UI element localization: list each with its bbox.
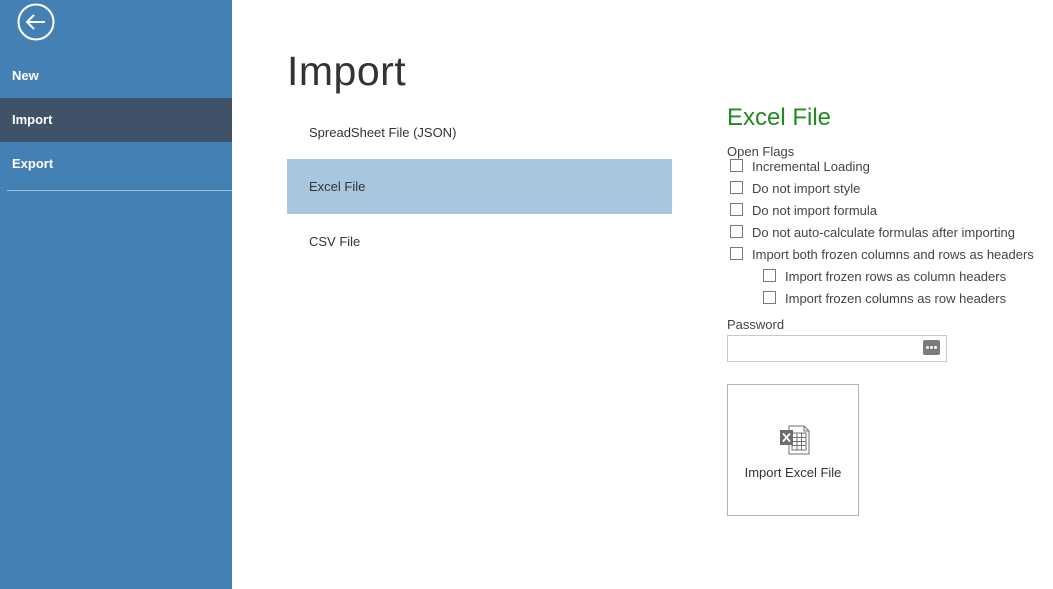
import-excel-file-button[interactable]: Import Excel File bbox=[727, 384, 859, 516]
sidebar-divider bbox=[7, 190, 232, 191]
password-label: Password bbox=[727, 317, 785, 332]
import-window: New Import Export Import SpreadSheet Fil… bbox=[0, 0, 1053, 589]
sidebar: New Import Export bbox=[0, 0, 232, 589]
panel-title: Excel File bbox=[727, 104, 832, 131]
flag-label: Do not import style bbox=[752, 181, 861, 196]
checkbox[interactable] bbox=[730, 181, 743, 194]
flag-frozen-both-headers[interactable]: Import both frozen columns and rows as h… bbox=[730, 245, 1034, 265]
sidebar-item-import[interactable]: Import bbox=[0, 98, 232, 142]
checkbox[interactable] bbox=[730, 247, 743, 260]
flag-label: Incremental Loading bbox=[752, 159, 870, 174]
excel-file-icon bbox=[780, 425, 810, 455]
flag-no-import-formula[interactable]: Do not import formula bbox=[730, 201, 877, 221]
flag-label: Import frozen columns as row headers bbox=[785, 291, 1007, 306]
flag-frozen-rows-column-headers[interactable]: Import frozen rows as column headers bbox=[763, 267, 1006, 287]
file-type-csv[interactable]: CSV File bbox=[287, 214, 672, 269]
flag-label: Do not auto-calculate formulas after imp… bbox=[752, 225, 1016, 240]
flag-no-auto-calculate[interactable]: Do not auto-calculate formulas after imp… bbox=[730, 223, 1015, 243]
password-reveal-icon[interactable] bbox=[923, 340, 940, 355]
back-arrow-icon bbox=[17, 3, 55, 41]
flag-label: Do not import formula bbox=[752, 203, 877, 218]
sidebar-item-export[interactable]: Export bbox=[0, 142, 232, 186]
checkbox[interactable] bbox=[730, 159, 743, 172]
checkbox[interactable] bbox=[763, 291, 776, 304]
flag-label: Import frozen rows as column headers bbox=[785, 269, 1007, 284]
flag-label: Import both frozen columns and rows as h… bbox=[752, 247, 1034, 262]
file-type-spreadsheet-json[interactable]: SpreadSheet File (JSON) bbox=[287, 105, 672, 160]
checkbox[interactable] bbox=[730, 225, 743, 238]
checkbox[interactable] bbox=[763, 269, 776, 282]
flag-frozen-columns-row-headers[interactable]: Import frozen columns as row headers bbox=[763, 289, 1006, 309]
sidebar-item-new[interactable]: New bbox=[0, 54, 232, 98]
flag-incremental-loading[interactable]: Incremental Loading bbox=[730, 157, 870, 177]
file-type-excel[interactable]: Excel File bbox=[287, 159, 672, 214]
password-input[interactable] bbox=[728, 336, 918, 361]
back-button[interactable] bbox=[17, 3, 55, 41]
page-title: Import bbox=[287, 48, 407, 94]
import-button-label: Import Excel File bbox=[744, 465, 842, 480]
checkbox[interactable] bbox=[730, 203, 743, 216]
password-field bbox=[727, 335, 947, 362]
flag-no-import-style[interactable]: Do not import style bbox=[730, 179, 860, 199]
